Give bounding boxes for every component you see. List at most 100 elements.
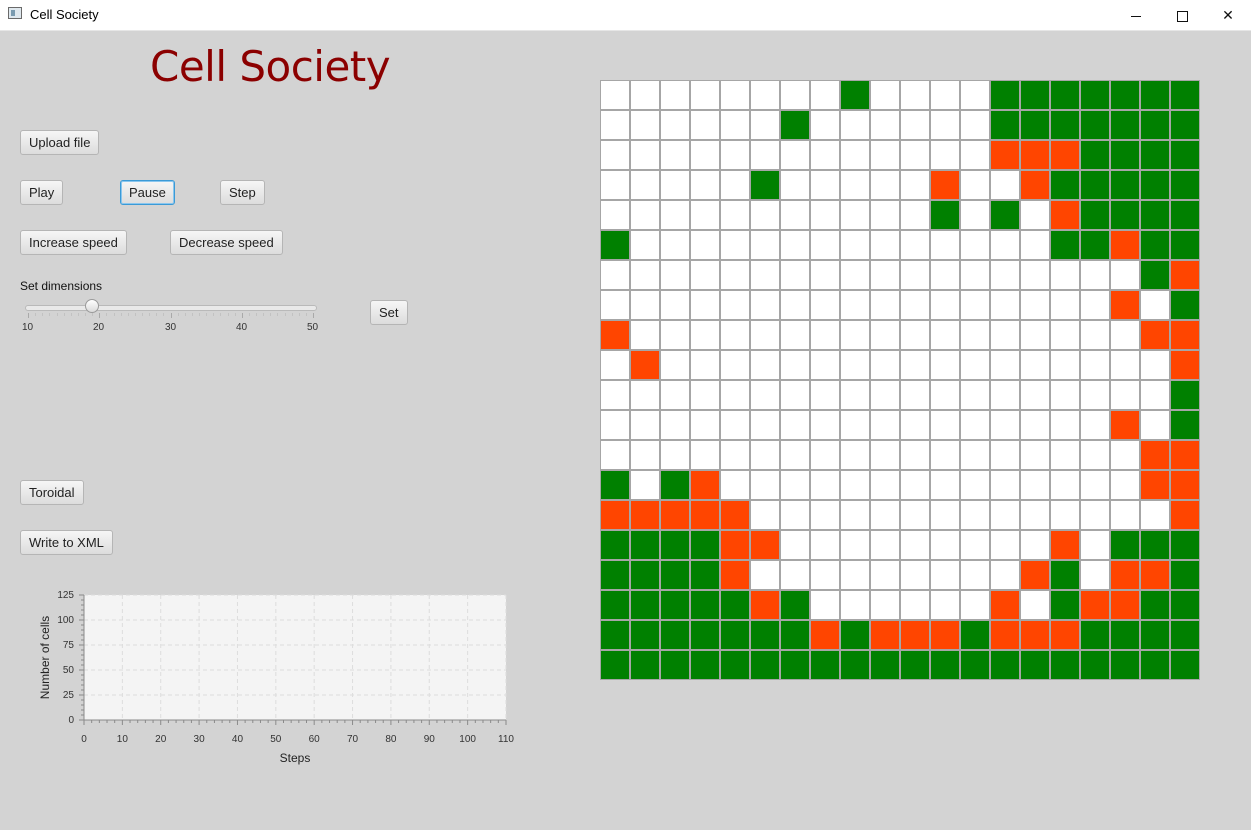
grid-cell-green[interactable] (1140, 650, 1170, 680)
grid-cell-empty[interactable] (1050, 380, 1080, 410)
grid-cell-empty[interactable] (750, 290, 780, 320)
grid-cell-green[interactable] (1050, 170, 1080, 200)
grid-cell-empty[interactable] (660, 170, 690, 200)
grid-cell-empty[interactable] (990, 440, 1020, 470)
grid-cell-orange[interactable] (1140, 560, 1170, 590)
grid-cell-empty[interactable] (720, 170, 750, 200)
grid-cell-empty[interactable] (780, 260, 810, 290)
grid-cell-green[interactable] (1110, 200, 1140, 230)
grid-cell-empty[interactable] (930, 110, 960, 140)
grid-cell-green[interactable] (660, 590, 690, 620)
grid-cell-empty[interactable] (900, 170, 930, 200)
grid-cell-orange[interactable] (930, 620, 960, 650)
grid-cell-orange[interactable] (660, 500, 690, 530)
grid-cell-green[interactable] (1140, 110, 1170, 140)
grid-cell-green[interactable] (1170, 620, 1200, 650)
grid-cell-green[interactable] (1050, 590, 1080, 620)
grid-cell-green[interactable] (1080, 140, 1110, 170)
grid-cell-empty[interactable] (690, 410, 720, 440)
grid-cell-empty[interactable] (960, 290, 990, 320)
grid-cell-empty[interactable] (630, 170, 660, 200)
grid-cell-empty[interactable] (600, 440, 630, 470)
grid-cell-empty[interactable] (990, 470, 1020, 500)
grid-cell-empty[interactable] (900, 80, 930, 110)
grid-cell-empty[interactable] (900, 410, 930, 440)
grid-cell-empty[interactable] (780, 140, 810, 170)
grid-cell-green[interactable] (750, 650, 780, 680)
grid-cell-empty[interactable] (660, 290, 690, 320)
grid-cell-empty[interactable] (960, 350, 990, 380)
grid-cell-green[interactable] (840, 650, 870, 680)
grid-cell-empty[interactable] (1020, 470, 1050, 500)
grid-cell-green[interactable] (990, 650, 1020, 680)
grid-cell-empty[interactable] (930, 230, 960, 260)
grid-cell-empty[interactable] (780, 170, 810, 200)
grid-cell-orange[interactable] (1170, 320, 1200, 350)
grid-cell-empty[interactable] (840, 380, 870, 410)
grid-cell-orange[interactable] (690, 470, 720, 500)
grid-cell-empty[interactable] (870, 410, 900, 440)
grid-cell-green[interactable] (660, 560, 690, 590)
grid-cell-empty[interactable] (930, 350, 960, 380)
grid-cell-empty[interactable] (780, 230, 810, 260)
grid-cell-empty[interactable] (750, 410, 780, 440)
grid-cell-green[interactable] (690, 590, 720, 620)
grid-cell-empty[interactable] (780, 380, 810, 410)
grid-cell-empty[interactable] (840, 110, 870, 140)
grid-cell-green[interactable] (930, 200, 960, 230)
grid-cell-empty[interactable] (1080, 530, 1110, 560)
grid-cell-empty[interactable] (990, 290, 1020, 320)
grid-cell-green[interactable] (600, 560, 630, 590)
grid-cell-empty[interactable] (900, 470, 930, 500)
grid-cell-green[interactable] (810, 650, 840, 680)
grid-cell-empty[interactable] (960, 500, 990, 530)
grid-cell-orange[interactable] (1170, 350, 1200, 380)
grid-cell-empty[interactable] (810, 440, 840, 470)
grid-cell-empty[interactable] (960, 230, 990, 260)
grid-cell-empty[interactable] (750, 80, 780, 110)
grid-cell-empty[interactable] (660, 260, 690, 290)
grid-cell-empty[interactable] (1080, 410, 1110, 440)
grid-cell-orange[interactable] (1080, 590, 1110, 620)
grid-cell-empty[interactable] (870, 290, 900, 320)
grid-cell-orange[interactable] (1170, 440, 1200, 470)
grid-cell-orange[interactable] (1020, 140, 1050, 170)
grid-cell-empty[interactable] (630, 320, 660, 350)
grid-cell-green[interactable] (660, 650, 690, 680)
grid-cell-empty[interactable] (990, 170, 1020, 200)
grid-cell-empty[interactable] (1020, 500, 1050, 530)
grid-cell-empty[interactable] (1080, 320, 1110, 350)
grid-cell-empty[interactable] (990, 500, 1020, 530)
grid-cell-green[interactable] (1140, 80, 1170, 110)
grid-cell-empty[interactable] (1020, 410, 1050, 440)
grid-cell-green[interactable] (1170, 200, 1200, 230)
grid-cell-empty[interactable] (900, 350, 930, 380)
grid-cell-empty[interactable] (960, 440, 990, 470)
grid-cell-empty[interactable] (780, 530, 810, 560)
grid-cell-orange[interactable] (720, 500, 750, 530)
grid-cell-green[interactable] (1050, 650, 1080, 680)
grid-cell-empty[interactable] (810, 320, 840, 350)
grid-cell-green[interactable] (780, 650, 810, 680)
grid-cell-empty[interactable] (1140, 410, 1170, 440)
grid-cell-empty[interactable] (1020, 260, 1050, 290)
grid-cell-empty[interactable] (810, 140, 840, 170)
grid-cell-green[interactable] (660, 530, 690, 560)
grid-cell-empty[interactable] (840, 470, 870, 500)
grid-cell-empty[interactable] (1140, 290, 1170, 320)
simulation-grid[interactable] (600, 80, 1200, 680)
grid-cell-empty[interactable] (1050, 290, 1080, 320)
grid-cell-empty[interactable] (900, 200, 930, 230)
grid-cell-empty[interactable] (1020, 590, 1050, 620)
grid-cell-orange[interactable] (1110, 230, 1140, 260)
grid-cell-empty[interactable] (810, 80, 840, 110)
grid-cell-empty[interactable] (990, 230, 1020, 260)
grid-cell-empty[interactable] (1110, 380, 1140, 410)
grid-cell-empty[interactable] (960, 380, 990, 410)
grid-cell-empty[interactable] (660, 350, 690, 380)
grid-cell-empty[interactable] (900, 110, 930, 140)
grid-cell-green[interactable] (660, 620, 690, 650)
grid-cell-empty[interactable] (840, 170, 870, 200)
grid-cell-empty[interactable] (930, 260, 960, 290)
grid-cell-empty[interactable] (900, 290, 930, 320)
